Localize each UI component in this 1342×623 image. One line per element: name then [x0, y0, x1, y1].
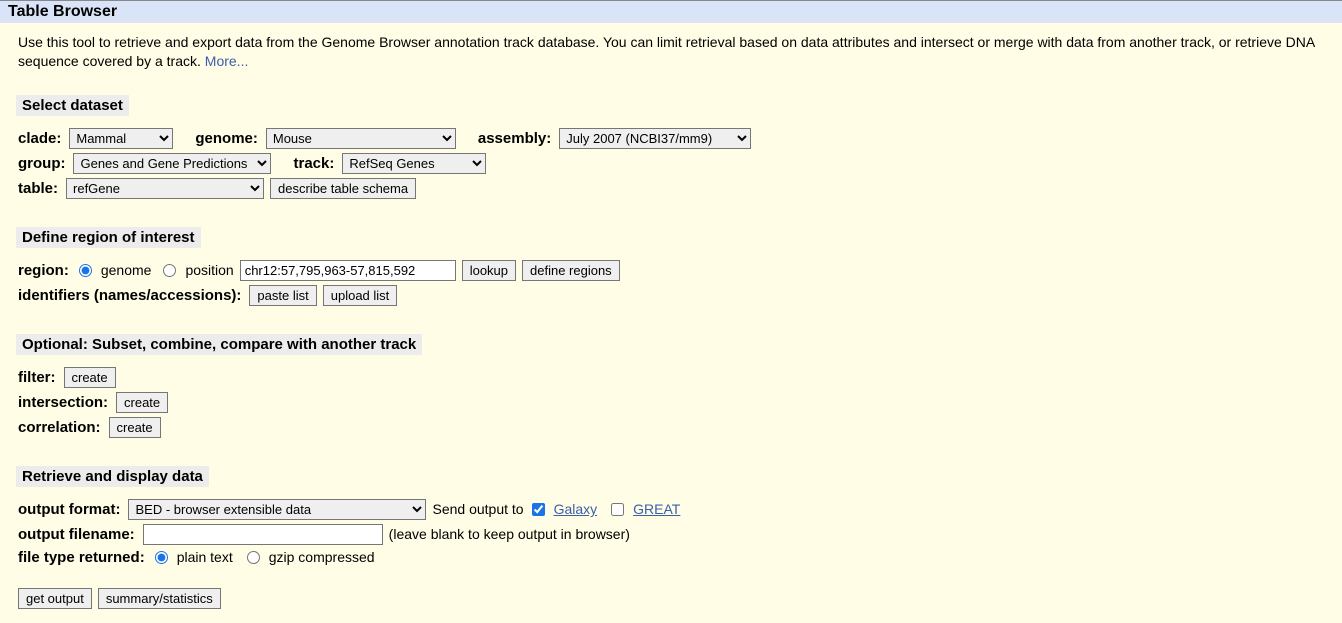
track-select[interactable]: RefSeq Genes: [342, 153, 486, 174]
correlation-create-button[interactable]: create: [109, 417, 161, 438]
page-title: Table Browser: [8, 3, 117, 20]
gzip-label: gzip compressed: [269, 549, 375, 565]
great-checkbox[interactable]: [611, 503, 624, 516]
position-input[interactable]: [240, 260, 456, 281]
output-format-label: output format:: [18, 501, 120, 518]
great-link[interactable]: GREAT: [633, 501, 680, 517]
region-genome-radio[interactable]: [79, 264, 92, 277]
intersection-label: intersection:: [18, 394, 108, 411]
summary-button[interactable]: summary/statistics: [98, 588, 221, 609]
genome-label: genome:: [195, 130, 258, 147]
correlation-label: correlation:: [18, 419, 101, 436]
intro-text: Use this tool to retrieve and export dat…: [18, 33, 1324, 71]
table-label: table:: [18, 180, 58, 197]
track-label: track:: [293, 155, 334, 172]
table-select[interactable]: refGene: [66, 178, 264, 199]
plain-text-radio[interactable]: [155, 551, 168, 564]
assembly-label: assembly:: [478, 130, 551, 147]
gzip-radio[interactable]: [247, 551, 260, 564]
clade-label: clade:: [18, 130, 61, 147]
group-select[interactable]: Genes and Gene Predictions: [73, 153, 271, 174]
section-optional: Optional: Subset, combine, compare with …: [16, 334, 422, 355]
filter-label: filter:: [18, 369, 56, 386]
section-select-dataset: Select dataset: [16, 95, 129, 116]
define-regions-button[interactable]: define regions: [522, 260, 620, 281]
region-position-radio[interactable]: [163, 264, 176, 277]
section-retrieve: Retrieve and display data: [16, 466, 209, 487]
region-label: region:: [18, 262, 69, 279]
get-output-button[interactable]: get output: [18, 588, 92, 609]
upload-list-button[interactable]: upload list: [323, 285, 398, 306]
region-genome-label: genome: [101, 262, 152, 278]
section-region: Define region of interest: [16, 227, 201, 248]
assembly-select[interactable]: July 2007 (NCBI37/mm9): [559, 128, 751, 149]
group-label: group:: [18, 155, 65, 172]
send-output-label: Send output to: [432, 501, 523, 517]
clade-select[interactable]: Mammal: [69, 128, 173, 149]
describe-schema-button[interactable]: describe table schema: [270, 178, 416, 199]
filter-create-button[interactable]: create: [64, 367, 116, 388]
paste-list-button[interactable]: paste list: [249, 285, 316, 306]
galaxy-checkbox[interactable]: [532, 503, 545, 516]
content: Use this tool to retrieve and export dat…: [0, 23, 1342, 623]
intersection-create-button[interactable]: create: [116, 392, 168, 413]
output-filename-input[interactable]: [143, 524, 383, 545]
lookup-button[interactable]: lookup: [462, 260, 516, 281]
output-filename-label: output filename:: [18, 526, 135, 543]
genome-select[interactable]: Mouse: [266, 128, 456, 149]
more-link[interactable]: More...: [205, 53, 249, 69]
galaxy-link[interactable]: Galaxy: [554, 501, 598, 517]
plain-text-label: plain text: [177, 549, 233, 565]
identifiers-label: identifiers (names/accessions):: [18, 287, 241, 304]
region-position-label: position: [185, 262, 233, 278]
output-format-select[interactable]: BED - browser extensible data: [128, 499, 426, 520]
file-type-label: file type returned:: [18, 549, 145, 566]
filename-hint: (leave blank to keep output in browser): [389, 526, 630, 542]
page-header: Table Browser: [0, 0, 1342, 23]
